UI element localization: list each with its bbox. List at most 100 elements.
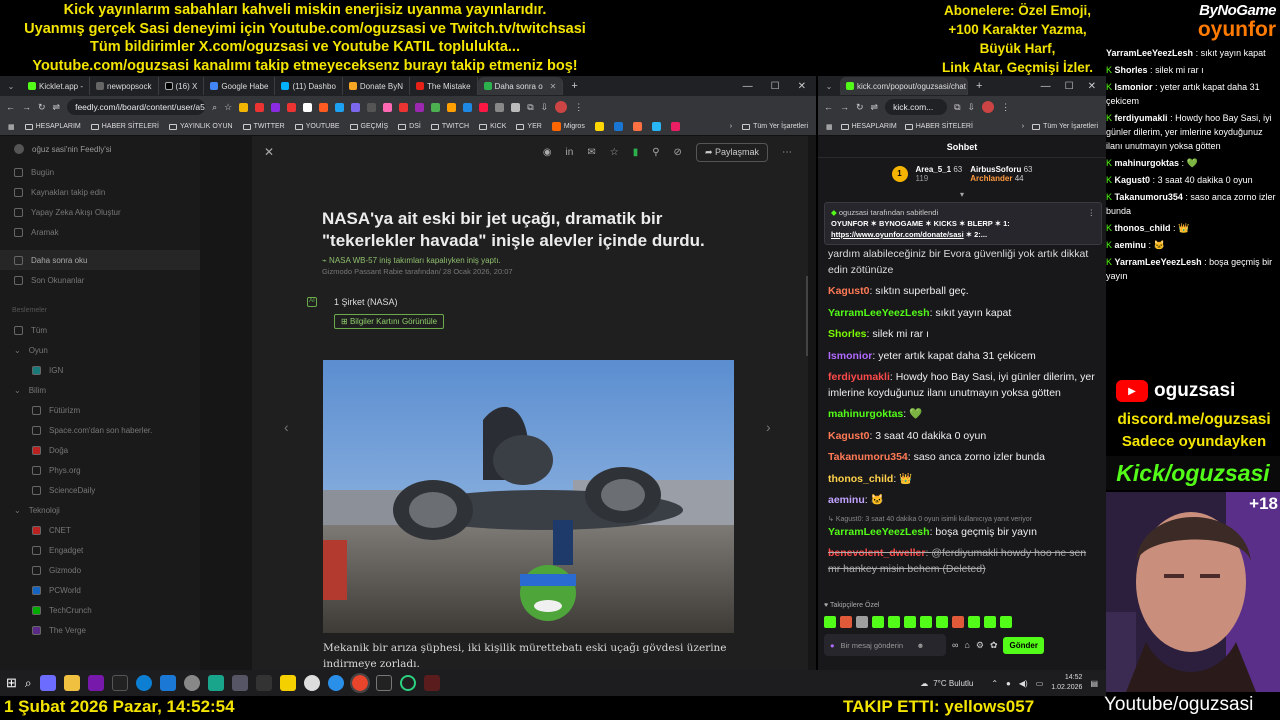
feed-item[interactable]: ScienceDaily <box>0 480 200 500</box>
bookmark-folder[interactable]: HESAPLARIM <box>840 123 897 130</box>
network-icon[interactable]: ▭ <box>1036 679 1044 688</box>
emote-icon[interactable] <box>824 616 836 628</box>
chat-username[interactable]: aeminu <box>828 494 865 506</box>
gear-icon[interactable]: ⚙ <box>976 640 984 651</box>
forward-icon[interactable]: → <box>840 102 849 112</box>
chat-username[interactable]: Kagust0 <box>828 285 869 297</box>
bookmark-folder[interactable]: GEÇMİŞ <box>349 123 388 130</box>
reload-icon[interactable]: ↻ <box>856 102 864 113</box>
mic-icon[interactable]: ● <box>1006 679 1011 688</box>
browser-tab-active[interactable]: kick.com/popout/oguzsasi/chat <box>840 77 968 95</box>
share-button[interactable]: ➦ Paylaşmak <box>695 142 768 162</box>
weather-widget[interactable]: ☁ 7°C Bulutlu <box>920 679 973 688</box>
tab-search-icon[interactable]: ⌄ <box>818 82 840 91</box>
bookmark-folder[interactable]: YER <box>516 123 542 130</box>
extension-icon[interactable] <box>271 102 281 112</box>
extension-icon[interactable] <box>463 102 473 112</box>
emote-icon[interactable] <box>984 616 996 628</box>
feed-item[interactable]: Gizmodo <box>0 560 200 580</box>
emote-icon[interactable] <box>904 616 916 628</box>
browser-tab[interactable]: Kicklet.app - <box>22 77 91 95</box>
browser-tab[interactable]: The Mistake <box>410 77 478 95</box>
edge-icon[interactable] <box>135 675 152 691</box>
emote-icon[interactable] <box>872 616 884 628</box>
feed-item[interactable]: CNET <box>0 520 200 540</box>
browser-tab-active[interactable]: Daha sonra o ✕ <box>477 77 564 95</box>
profile-avatar[interactable] <box>982 101 995 113</box>
tray-chevron-icon[interactable]: ⌃ <box>991 679 998 688</box>
collapse-icon[interactable]: ▾ <box>818 190 1106 200</box>
reload-icon[interactable]: ↻ <box>38 102 46 113</box>
nav-follow-sources[interactable]: Kaynakları takip edin <box>0 182 200 202</box>
minimize-icon[interactable]: — <box>1041 81 1051 92</box>
emote-icon[interactable] <box>1000 616 1012 628</box>
pinned-message[interactable]: ◆ oguzsasi tarafından sabitlendi ⋮ OYUNFO… <box>824 202 1102 245</box>
next-article-icon[interactable]: › <box>766 419 771 435</box>
zoom-icon[interactable]: ⌕ <box>212 102 217 113</box>
bookmark-folder[interactable]: YOUTUBE <box>294 123 340 130</box>
bookmark-link[interactable]: Migros <box>551 122 585 131</box>
extension-icon[interactable] <box>511 102 521 112</box>
store-icon[interactable]: ⌂ <box>964 640 969 650</box>
feed-item[interactable]: Doğa <box>0 440 200 460</box>
bookmark-folder[interactable]: HABER SİTELERİ <box>90 123 159 130</box>
bookmark-icon[interactable] <box>651 122 661 131</box>
link-icon[interactable]: ⊘ <box>674 147 682 158</box>
gift-icon[interactable]: ✿ <box>990 640 998 651</box>
site-info-icon[interactable]: ⇌ <box>53 102 61 113</box>
url-field[interactable]: kick.com... <box>885 99 948 115</box>
feed-folder[interactable]: ⌄ Oyun <box>0 340 200 360</box>
linkedin-icon[interactable]: in <box>566 147 574 158</box>
tab-search-icon[interactable]: ⌄ <box>0 82 22 91</box>
browser-tab[interactable]: Google Habe <box>204 77 276 95</box>
file-explorer-icon[interactable] <box>63 675 80 691</box>
extension-icon[interactable] <box>479 102 489 112</box>
bookmark-icon[interactable]: ▮ <box>633 147 639 158</box>
prev-article-icon[interactable]: ‹ <box>284 419 289 435</box>
chat-username[interactable]: YarramLeeYeezLesh <box>828 307 930 319</box>
obs-icon[interactable] <box>423 675 440 691</box>
extension-icon[interactable] <box>367 102 377 112</box>
extension-icon[interactable] <box>351 102 361 112</box>
bookmark-folder[interactable]: TWITTER <box>242 123 285 130</box>
scrollbar[interactable] <box>806 276 808 356</box>
maximize-icon[interactable]: ☐ <box>1065 81 1074 92</box>
app-icon[interactable] <box>159 675 176 691</box>
reply-reference[interactable]: ↳ Kagust0: 3 saat 40 dakika 0 oyun isiml… <box>818 515 1106 523</box>
close-tab-icon[interactable]: ✕ <box>550 82 557 91</box>
extension-icon[interactable] <box>255 102 265 112</box>
ai-assistant-icon[interactable]: ◉ <box>543 147 552 158</box>
article-subtitle[interactable]: ⌁ NASA WB-57 iniş takımları kapalıyken i… <box>322 256 501 265</box>
app-icon[interactable] <box>111 675 128 691</box>
apps-icon[interactable]: ▦ <box>826 123 833 131</box>
browser-tab[interactable]: (16) X <box>159 77 205 95</box>
emote-icon[interactable] <box>840 616 852 628</box>
all-bookmarks[interactable]: Tüm Yer İşaretleri <box>1032 123 1098 130</box>
emote-icon[interactable] <box>856 616 868 628</box>
back-icon[interactable]: ← <box>6 102 15 112</box>
chevron-right-icon[interactable]: › <box>730 123 732 130</box>
chat-username[interactable]: thonos_child <box>828 473 893 485</box>
new-tab-icon[interactable]: + <box>563 80 585 92</box>
puzzle-icon[interactable]: ⧉ <box>954 102 960 113</box>
feed-item[interactable]: PCWorld <box>0 580 200 600</box>
bookmark-folder[interactable]: YAYINLIK OYUN <box>168 123 233 130</box>
emote-icon[interactable] <box>920 616 932 628</box>
profile-avatar[interactable] <box>555 101 568 113</box>
extension-icon[interactable] <box>495 102 505 112</box>
pin-icon[interactable]: ⚲ <box>652 147 659 158</box>
minimize-icon[interactable]: — <box>743 81 753 92</box>
maximize-icon[interactable]: ☐ <box>771 81 780 92</box>
send-button[interactable]: Gönder <box>1003 636 1044 654</box>
download-icon[interactable]: ⇩ <box>968 102 976 113</box>
bookmark-folder[interactable]: HESAPLARIM <box>24 123 81 130</box>
extension-icon[interactable] <box>415 102 425 112</box>
star-icon[interactable]: ☆ <box>610 147 619 158</box>
extension-icon[interactable] <box>319 102 329 112</box>
pinned-link[interactable]: https://www.oyunfor.com/donate/sasi <box>831 230 964 239</box>
chat-username[interactable]: mahinurgoktas <box>828 408 903 420</box>
feed-item[interactable]: TechCrunch <box>0 600 200 620</box>
chat-username[interactable]: ferdiyumakli <box>828 371 890 383</box>
email-icon[interactable]: ✉ <box>587 147 595 158</box>
site-info-icon[interactable]: ⇌ <box>871 102 879 113</box>
